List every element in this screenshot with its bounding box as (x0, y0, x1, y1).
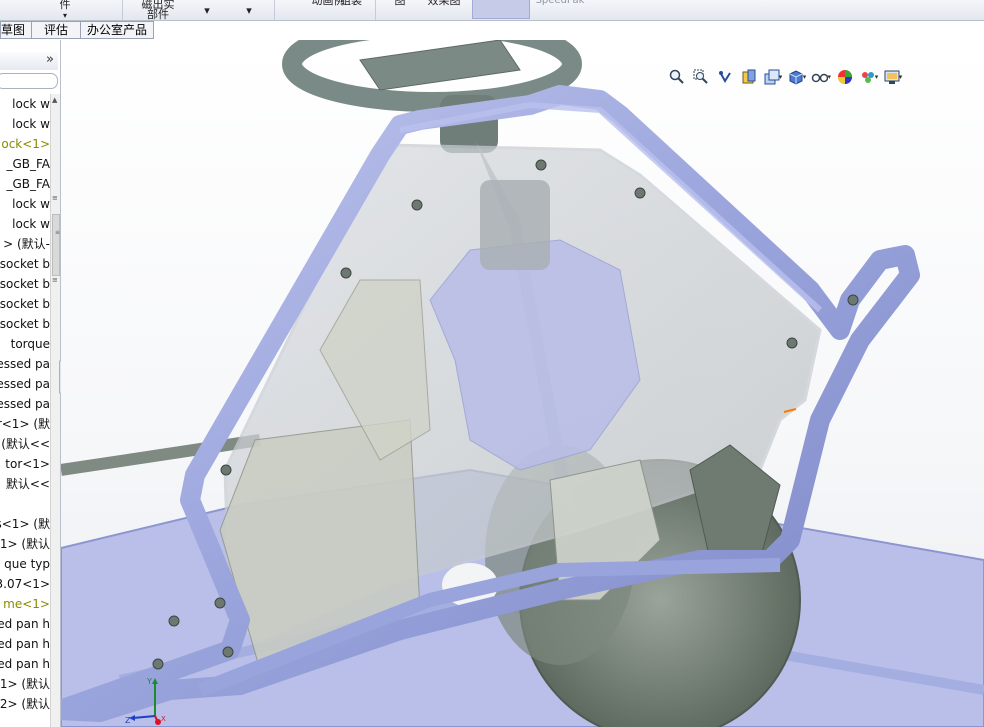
tree-item[interactable]: s<1> (默 (0, 514, 50, 534)
tree-item[interactable]: torque (11, 334, 50, 354)
tab-office-products[interactable]: 办公室产品 (80, 21, 155, 39)
chevron-down-icon[interactable]: ▾ (63, 11, 67, 20)
tab-sketch[interactable]: 草图 (0, 21, 33, 39)
triad-z-label: Z (125, 716, 131, 725)
tree-item[interactable]: _GB_FA (6, 174, 50, 194)
ribbon-item-drawing[interactable]: 图 (390, 0, 410, 16)
ribbon-item-parts[interactable]: 磁出实 部件 (136, 0, 180, 20)
ribbon-item-active[interactable] (472, 0, 530, 19)
view-settings-icon[interactable]: ▾ (883, 67, 903, 87)
chevron-down-icon[interactable]: ▾ (200, 5, 214, 26)
reference-triad: Y Z X (125, 677, 166, 725)
scroll-up-icon[interactable]: ▲ (52, 96, 57, 104)
steering-spokes (359, 40, 521, 91)
tree-item[interactable]: lock w (12, 94, 50, 114)
ribbon-separator (274, 0, 275, 20)
zoom-to-fit-icon[interactable] (667, 67, 687, 87)
ribbon-item-assembly[interactable]: 组装 (336, 0, 366, 16)
edit-appearance-icon[interactable] (835, 67, 855, 87)
tab-evaluate[interactable]: 评估 (31, 21, 82, 39)
command-manager-ribbon: 件 ▾ 磁出实 部件 ▾ ▾ 动画例 组装 图 效果图 SpeedPak (0, 0, 984, 21)
tree-item[interactable]: lock w (12, 194, 50, 214)
tree-item[interactable]: 1> (默认 (0, 674, 50, 694)
tree-item[interactable]: _GB_FA (6, 154, 50, 174)
tree-item[interactable]: que typ (4, 554, 50, 574)
hide-show-items-icon[interactable]: ▾ (811, 67, 831, 87)
tree-item[interactable]: essed pa (0, 394, 50, 414)
tree-item[interactable]: 2> (默认 (0, 694, 50, 714)
graphics-area[interactable]: ▾ ▾ ▾ ▾ ▾ Y Z X (61, 40, 984, 727)
expand-panel-icon[interactable]: » (46, 52, 54, 67)
tree-item[interactable]: > (默认- (3, 234, 50, 254)
scroll-grip-icon: ≡ (52, 276, 58, 284)
command-manager-tabs: 草图 评估 办公室产品 (0, 21, 155, 39)
ribbon-item-speedpak[interactable]: SpeedPak (534, 0, 586, 16)
vertical-scrollbar[interactable]: ▲ ≡ ≡ ≡ (50, 94, 60, 727)
display-style-icon[interactable]: ▾ (787, 67, 807, 87)
ribbon-separator (122, 0, 123, 20)
3d-model-view (61, 40, 984, 727)
ribbon-separator (375, 0, 376, 20)
feature-manager-panel: » lock w lock w ock<1> _GB_FA _GB_FA lock w lo… (0, 40, 61, 727)
tree-item[interactable]: socket b (0, 314, 50, 334)
scrollbar-thumb[interactable]: ≡ (52, 214, 60, 276)
ribbon-item-render[interactable]: 效果图 (424, 0, 464, 16)
zoom-area-icon[interactable] (691, 67, 711, 87)
tree-item[interactable]: socket b (0, 294, 50, 314)
tree-item[interactable]: er<1> (默 (0, 414, 50, 434)
tree-item[interactable]: tor<1> (5, 454, 50, 474)
tree-item[interactable]: ed pan h (0, 614, 50, 634)
scroll-grip-icon: ≡ (52, 194, 58, 202)
ribbon-item-label: 件 (59, 0, 71, 11)
tree-item[interactable]: ock<1> (1, 134, 50, 154)
tree-item[interactable]: ed pan h (0, 654, 50, 674)
grip-icon: ≡ (55, 229, 61, 236)
tree-item[interactable]: essed pa (0, 374, 50, 394)
tree-item[interactable]: 默认<< (6, 474, 50, 494)
ribbon-item-part[interactable]: 件 ▾ (50, 0, 80, 20)
tree-item[interactable]: essed pa (0, 354, 50, 374)
chevron-down-icon[interactable]: ▾ (242, 5, 256, 26)
tree-item[interactable]: ed pan h (0, 634, 50, 654)
tree-item[interactable]: (默认<< (1, 434, 50, 454)
triad-x-label: X (161, 715, 166, 723)
tree-item[interactable]: 3.07<1> (0, 574, 50, 594)
previous-view-icon[interactable] (715, 67, 735, 87)
triad-y-label: Y (146, 677, 152, 686)
tree-item[interactable]: lock w (12, 114, 50, 134)
panel-header: » (0, 52, 58, 70)
tree-item[interactable]: socket b (0, 254, 50, 274)
view-heads-up-toolbar: ▾ ▾ ▾ ▾ ▾ (667, 67, 903, 87)
filter-input[interactable] (0, 73, 58, 89)
view-orientation-icon[interactable]: ▾ (763, 67, 783, 87)
tree-item[interactable]: me<1> (3, 594, 50, 614)
section-view-icon[interactable] (739, 67, 759, 87)
motor-column (480, 180, 550, 270)
tree-item[interactable]: lock w (12, 214, 50, 234)
tree-item[interactable]: 1> (默认 (0, 534, 50, 554)
apply-scene-icon[interactable]: ▾ (859, 67, 879, 87)
tree-item[interactable]: socket b (0, 274, 50, 294)
